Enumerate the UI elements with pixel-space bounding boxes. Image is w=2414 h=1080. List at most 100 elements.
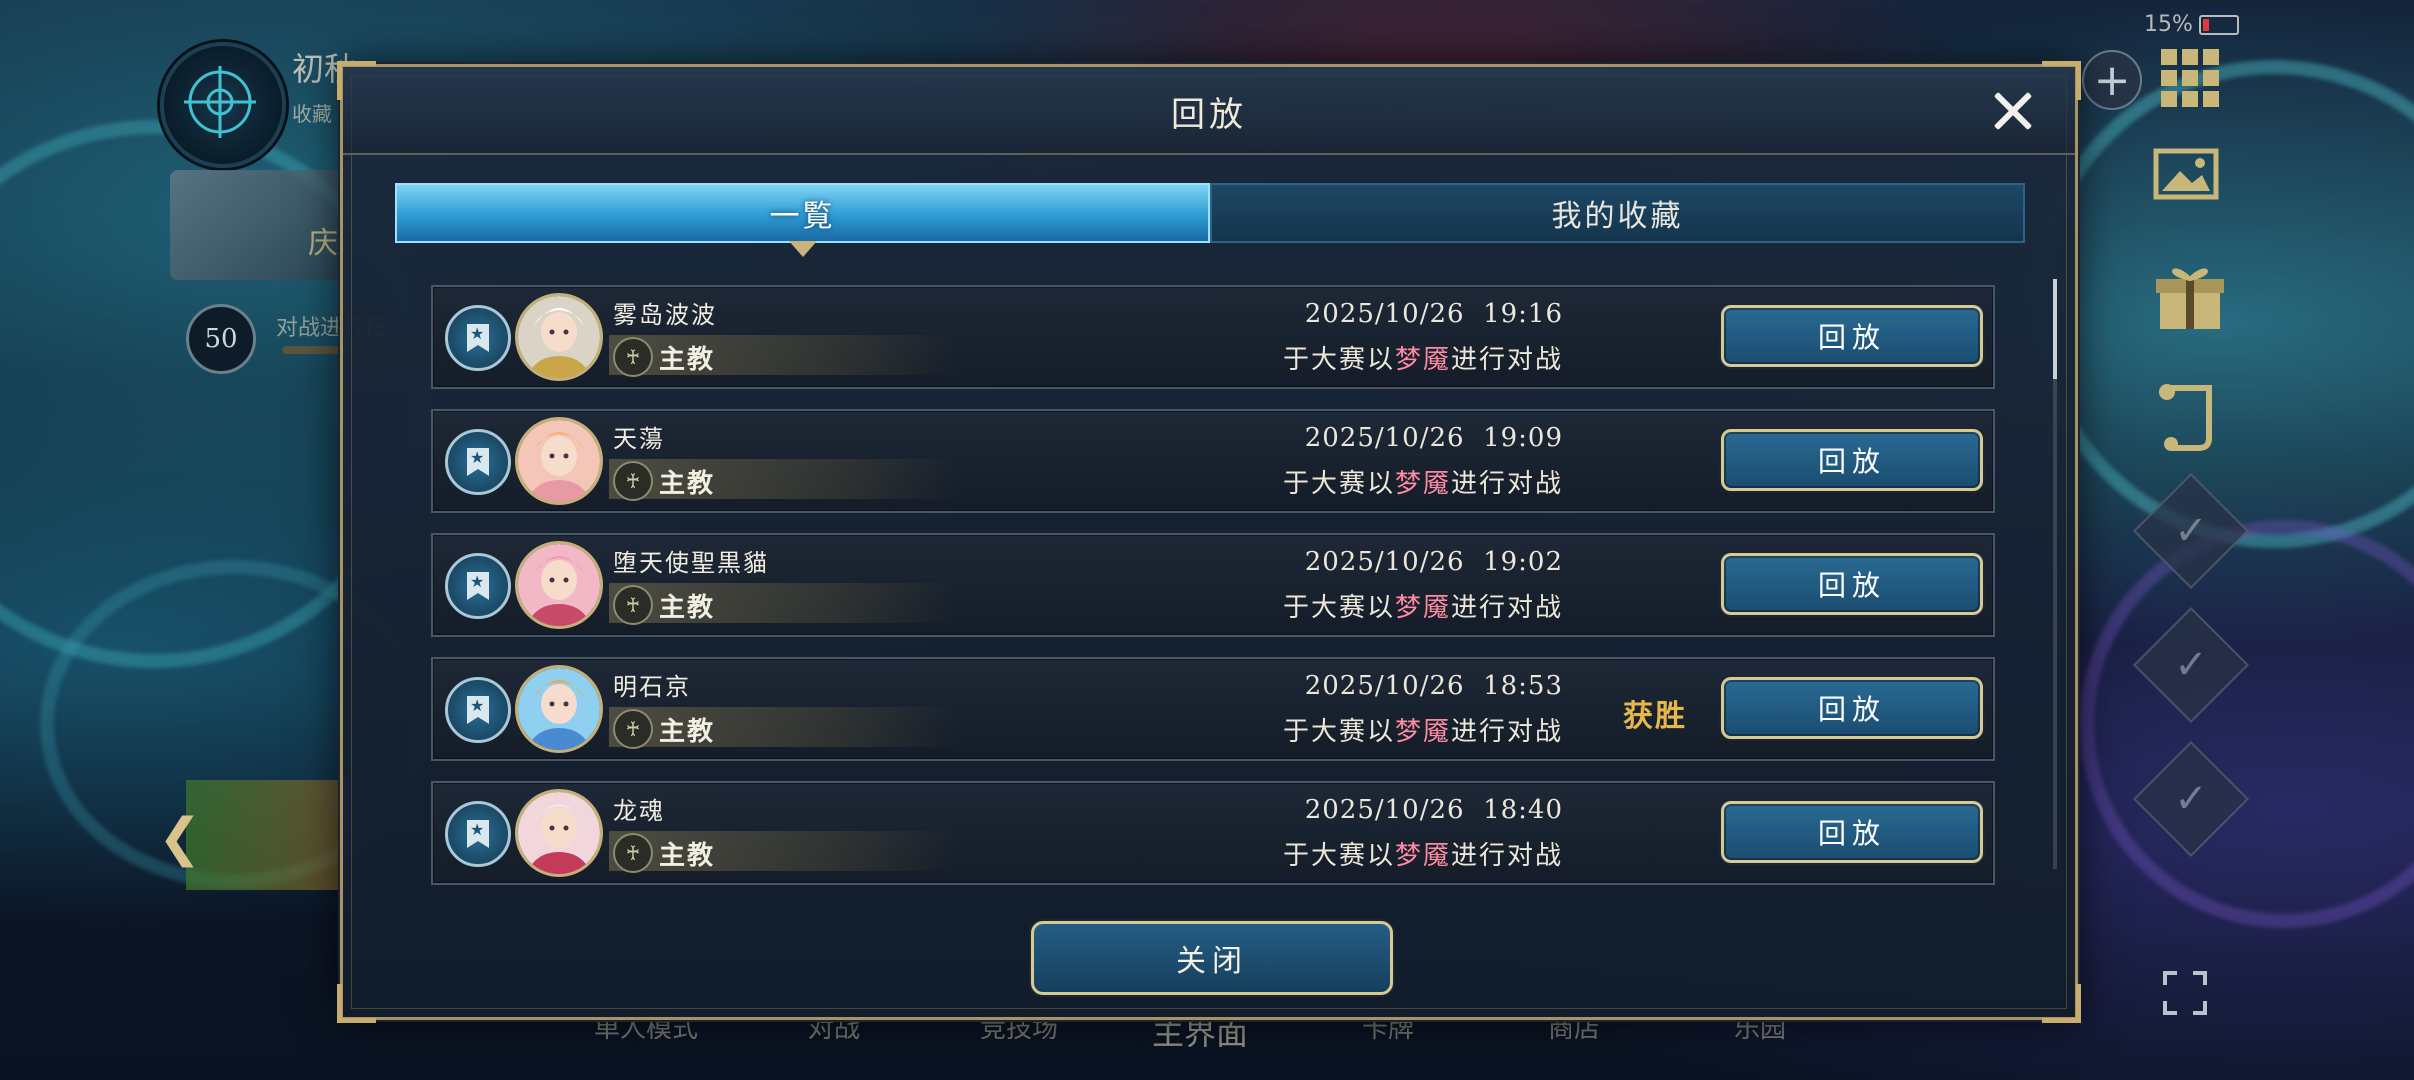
opponent-avatar xyxy=(515,417,603,505)
match-datetime: 2025/10/26 19:02 xyxy=(1304,547,1563,577)
match-description: 于大赛以梦魇进行对战 xyxy=(1283,463,1563,500)
portrait-icon xyxy=(518,420,600,502)
deck-name: 梦魇 xyxy=(1394,345,1451,375)
match-result: 获胜 xyxy=(1623,699,1687,734)
bookmark-icon xyxy=(467,324,489,352)
match-datetime: 2025/10/26 18:40 xyxy=(1304,795,1563,825)
match-description: 于大赛以梦魇进行对战 xyxy=(1283,835,1563,872)
chevron-left-icon[interactable]: ❮ xyxy=(158,808,202,868)
portrait-icon xyxy=(518,792,600,874)
battery-icon xyxy=(2198,15,2239,35)
desc-suffix: 进行对战 xyxy=(1450,593,1563,623)
deck-name: 梦魇 xyxy=(1394,469,1451,499)
favorite-bookmark-button[interactable] xyxy=(445,677,511,743)
bishop-class-icon: ♰ xyxy=(613,833,653,873)
event-card-label: 庆 xyxy=(308,226,338,261)
favorite-bookmark-button[interactable] xyxy=(445,801,511,867)
replay-list: 雾岛波波 ♰ 主教 2025/10/26 19:16 于大赛以梦魇进行对战 回放… xyxy=(431,285,1995,905)
portrait-icon xyxy=(518,544,600,626)
add-icon[interactable]: + xyxy=(2082,50,2142,110)
tab-all-label: 一覧 xyxy=(769,199,836,234)
desc-prefix: 于大赛以 xyxy=(1282,841,1395,871)
dialog-header: 回放 xyxy=(343,67,2075,155)
opponent-name: 天蕩 xyxy=(613,425,665,453)
bookmark-icon xyxy=(467,696,489,724)
replay-tabs: 一覧 我的收藏 xyxy=(395,183,2025,257)
close-icon[interactable] xyxy=(1985,83,2041,139)
opponent-avatar xyxy=(515,789,603,877)
desc-suffix: 进行对战 xyxy=(1450,841,1563,871)
player-avatar[interactable] xyxy=(160,42,286,168)
match-datetime: 2025/10/26 18:53 xyxy=(1304,671,1563,701)
frame-corner xyxy=(2042,984,2081,1023)
desc-suffix: 进行对战 xyxy=(1450,345,1563,375)
bookmark-icon xyxy=(467,820,489,848)
player-collection-label: 收藏 xyxy=(292,102,332,126)
desc-prefix: 于大赛以 xyxy=(1282,593,1395,623)
opponent-name: 堕天使聖黒貓 xyxy=(613,549,769,577)
deck-name: 梦魇 xyxy=(1394,717,1451,747)
replay-button[interactable]: 回放 xyxy=(1721,429,1983,491)
opponent-name: 雾岛波波 xyxy=(613,301,717,329)
dialog-title: 回放 xyxy=(1171,95,1247,135)
favorite-bookmark-button[interactable] xyxy=(445,553,511,619)
class-name: 主教 xyxy=(659,345,716,375)
deck-name: 梦魇 xyxy=(1394,841,1451,871)
tab-favorites-label: 我的收藏 xyxy=(1551,199,1684,234)
deck-name: 梦魇 xyxy=(1394,593,1451,623)
bg-swirl xyxy=(2080,520,2414,928)
match-description: 于大赛以梦魇进行对战 xyxy=(1283,587,1563,624)
bookmark-icon xyxy=(467,448,489,476)
replay-dialog: 回放 一覧 我的收藏 雾岛波波 ♰ 主教 2025/10/26 19:16 xyxy=(337,61,2081,1023)
class-name: 主教 xyxy=(659,469,716,499)
level-badge: 50 xyxy=(186,304,256,374)
featured-card[interactable] xyxy=(186,780,346,890)
replay-row: 龙魂 ♰ 主教 2025/10/26 18:40 于大赛以梦魇进行对战 回放 xyxy=(431,781,1995,885)
desc-suffix: 进行对战 xyxy=(1450,717,1563,747)
gift-icon[interactable] xyxy=(2150,262,2230,334)
desc-prefix: 于大赛以 xyxy=(1282,717,1395,747)
match-description: 于大赛以梦魇进行对战 xyxy=(1283,711,1563,748)
gallery-icon[interactable] xyxy=(2150,146,2230,212)
portrait-icon xyxy=(518,668,600,750)
desc-prefix: 于大赛以 xyxy=(1282,345,1395,375)
opponent-avatar xyxy=(515,665,603,753)
replay-row: 堕天使聖黒貓 ♰ 主教 2025/10/26 19:02 于大赛以梦魇进行对战 … xyxy=(431,533,1995,637)
grid-menu-icon[interactable] xyxy=(2160,48,2220,108)
emblem-icon xyxy=(184,66,256,138)
replay-button[interactable]: 回放 xyxy=(1721,677,1983,739)
replay-button[interactable]: 回放 xyxy=(1721,553,1983,615)
replay-row: 天蕩 ♰ 主教 2025/10/26 19:09 于大赛以梦魇进行对战 回放 xyxy=(431,409,1995,513)
replay-button[interactable]: 回放 xyxy=(1721,801,1983,863)
replay-row: 雾岛波波 ♰ 主教 2025/10/26 19:16 于大赛以梦魇进行对战 回放 xyxy=(431,285,1995,389)
bishop-class-icon: ♰ xyxy=(613,709,653,749)
scrollbar-thumb[interactable] xyxy=(2053,279,2057,379)
replay-button[interactable]: 回放 xyxy=(1721,305,1983,367)
class-name: 主教 xyxy=(659,841,716,871)
portrait-icon xyxy=(518,296,600,378)
match-datetime: 2025/10/26 19:09 xyxy=(1304,423,1563,453)
scroll-icon[interactable] xyxy=(2150,378,2230,454)
match-datetime: 2025/10/26 19:16 xyxy=(1304,299,1563,329)
desc-prefix: 于大赛以 xyxy=(1282,469,1395,499)
favorite-bookmark-button[interactable] xyxy=(445,305,511,371)
opponent-name: 明石京 xyxy=(613,673,691,701)
frame-corner xyxy=(337,984,376,1023)
fullscreen-icon[interactable] xyxy=(2160,970,2210,1016)
class-name: 主教 xyxy=(659,593,716,623)
replay-row: 明石京 ♰ 主教 2025/10/26 18:53 于大赛以梦魇进行对战 获胜 … xyxy=(431,657,1995,761)
favorite-bookmark-button[interactable] xyxy=(445,429,511,495)
bishop-class-icon: ♰ xyxy=(613,461,653,501)
bishop-class-icon: ♰ xyxy=(613,337,653,377)
battery-percent: 15% xyxy=(2144,12,2193,37)
opponent-avatar xyxy=(515,541,603,629)
battery-indicator: 15% xyxy=(2144,12,2239,37)
tab-favorites[interactable]: 我的收藏 xyxy=(1210,183,2025,243)
replay-list-scrollbar[interactable] xyxy=(2053,279,2057,869)
tab-all[interactable]: 一覧 xyxy=(395,183,1210,257)
class-name: 主教 xyxy=(659,717,716,747)
match-description: 于大赛以梦魇进行对战 xyxy=(1283,339,1563,376)
close-button-label: 关闭 xyxy=(1176,944,1248,979)
close-button[interactable]: 关闭 xyxy=(1031,921,1393,995)
desc-suffix: 进行对战 xyxy=(1450,469,1563,499)
